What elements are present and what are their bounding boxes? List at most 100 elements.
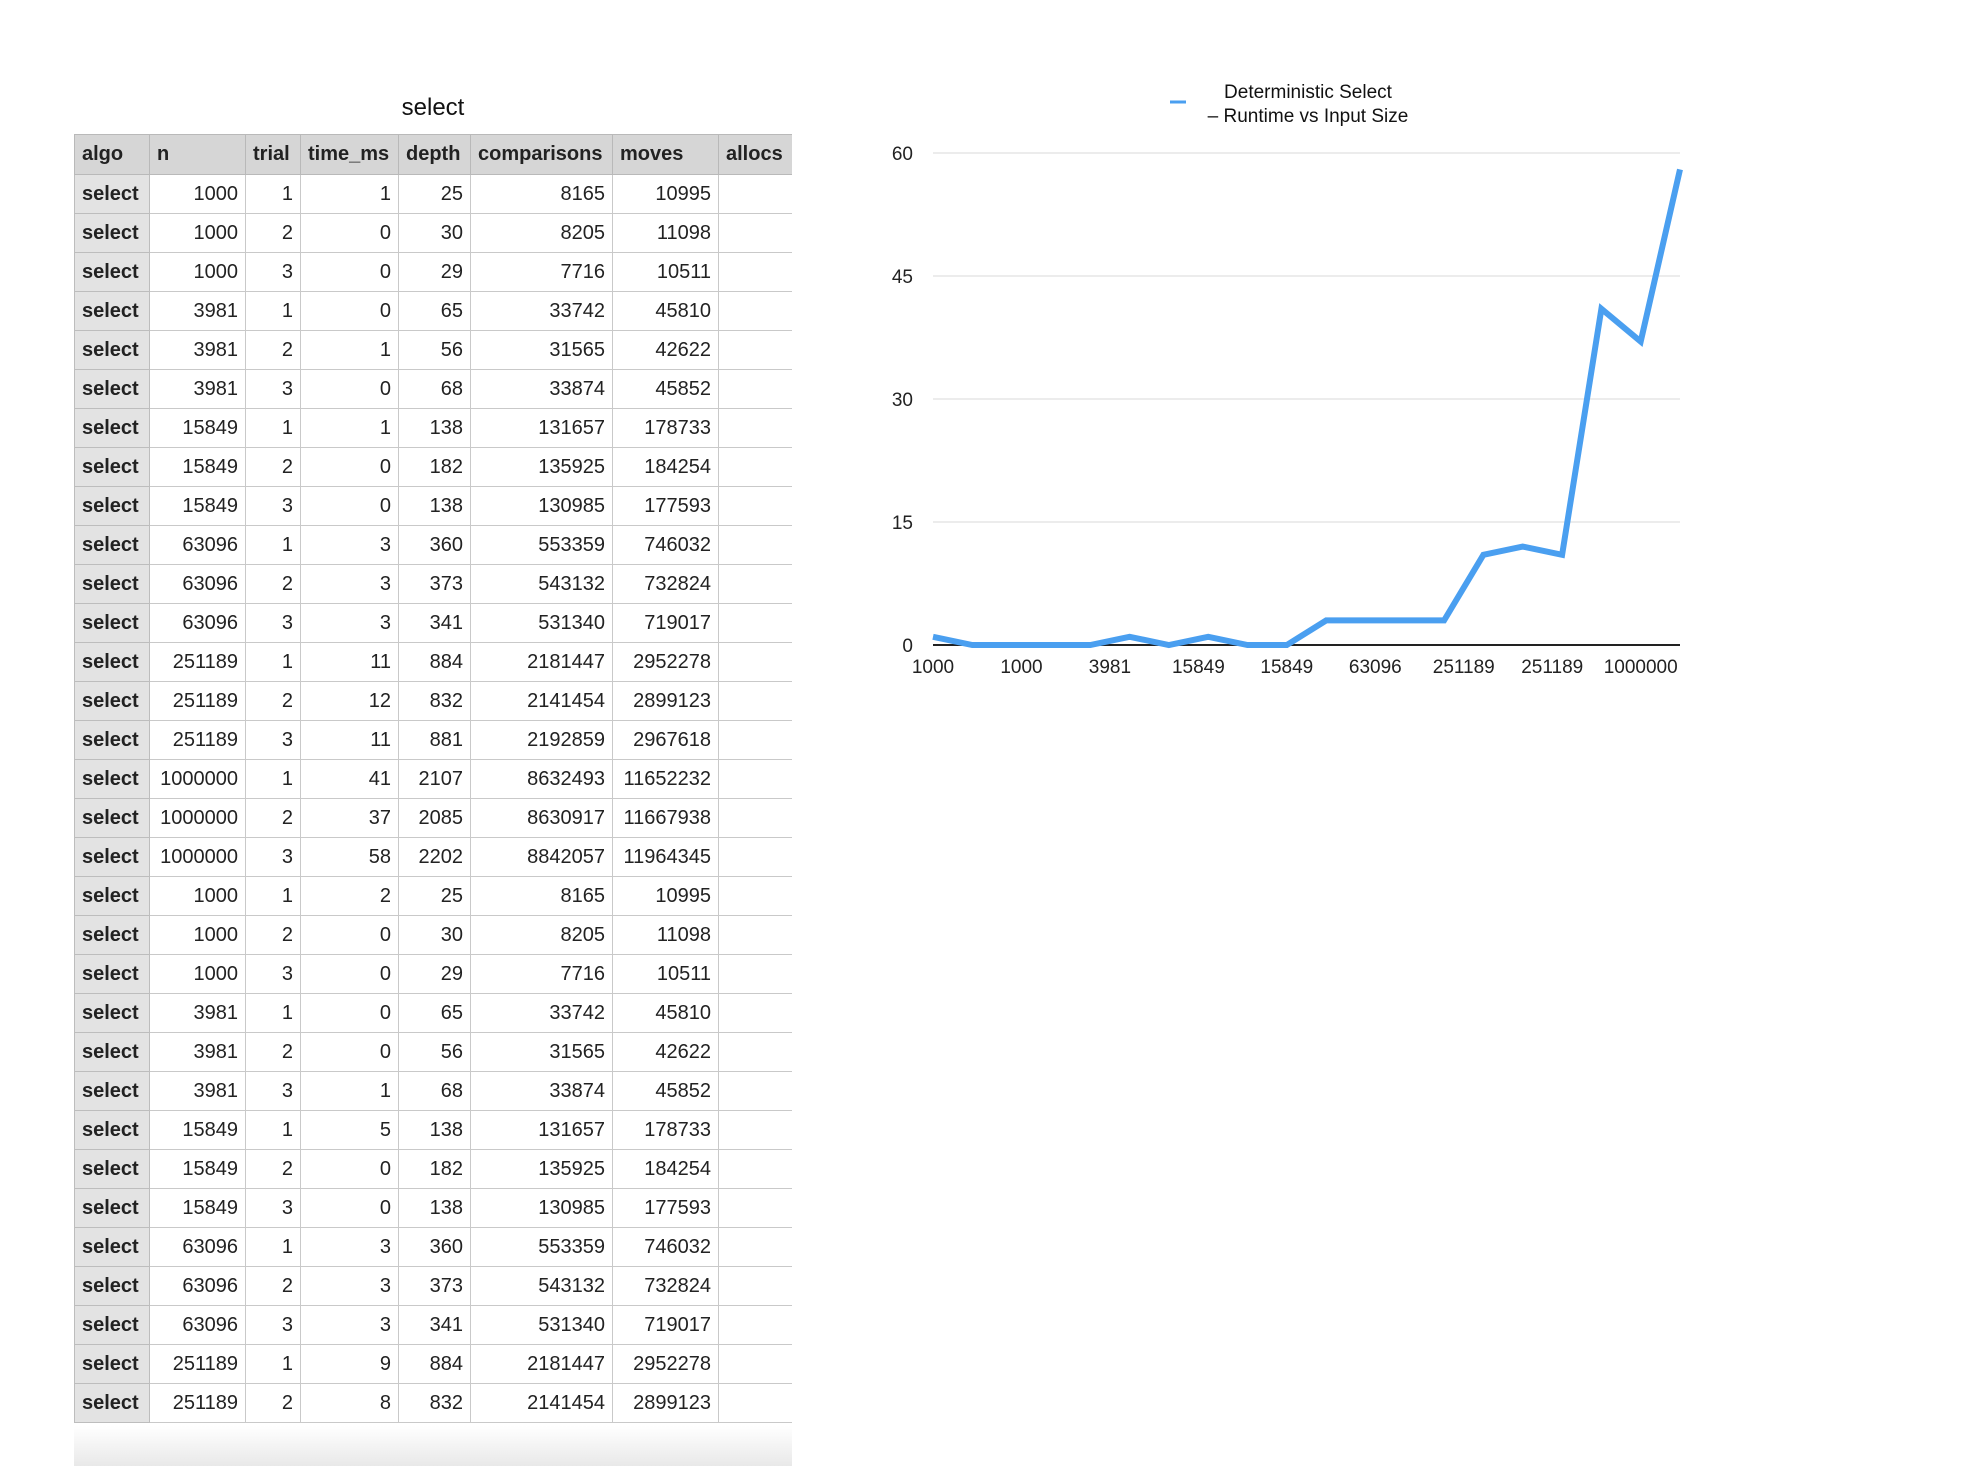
cell-depth[interactable]: 30	[398, 213, 471, 253]
cell-time-ms[interactable]: 0	[300, 915, 399, 955]
cell-allocs[interactable]	[718, 1383, 792, 1423]
cell-trial[interactable]: 2	[245, 1032, 301, 1072]
cell-moves[interactable]: 11098	[612, 213, 719, 253]
cell-allocs[interactable]	[718, 837, 792, 877]
cell-trial[interactable]: 3	[245, 603, 301, 643]
cell-trial[interactable]: 1	[245, 759, 301, 799]
cell-n[interactable]: 63096	[149, 1227, 246, 1267]
cell-depth[interactable]: 29	[398, 954, 471, 994]
cell-allocs[interactable]	[718, 1227, 792, 1267]
cell-allocs[interactable]	[718, 603, 792, 643]
cell-time-ms[interactable]: 3	[300, 564, 399, 604]
cell-algo[interactable]: select	[74, 564, 150, 604]
cell-algo[interactable]: select	[74, 603, 150, 643]
cell-allocs[interactable]	[718, 486, 792, 526]
cell-allocs[interactable]	[718, 1032, 792, 1072]
cell-algo[interactable]: select	[74, 1071, 150, 1111]
cell-depth[interactable]: 2085	[398, 798, 471, 838]
cell-allocs[interactable]	[718, 1266, 792, 1306]
cell-moves[interactable]: 746032	[612, 525, 719, 565]
cell-allocs[interactable]	[718, 564, 792, 604]
cell-trial[interactable]: 3	[245, 837, 301, 877]
cell-moves[interactable]: 2967618	[612, 720, 719, 760]
chart-legend[interactable]: Deterministic Select – Runtime vs Input S…	[1170, 82, 1408, 127]
cell-moves[interactable]: 2952278	[612, 1344, 719, 1384]
cell-comparisons[interactable]: 2181447	[470, 642, 613, 682]
cell-moves[interactable]: 45810	[612, 291, 719, 331]
cell-trial[interactable]: 2	[245, 213, 301, 253]
cell-n[interactable]: 3981	[149, 993, 246, 1033]
cell-moves[interactable]: 10995	[612, 876, 719, 916]
cell-moves[interactable]: 42622	[612, 330, 719, 370]
cell-n[interactable]: 3981	[149, 330, 246, 370]
cell-trial[interactable]: 2	[245, 915, 301, 955]
cell-algo[interactable]: select	[74, 1383, 150, 1423]
cell-moves[interactable]: 184254	[612, 1149, 719, 1189]
cell-comparisons[interactable]: 2141454	[470, 681, 613, 721]
cell-trial[interactable]: 1	[245, 876, 301, 916]
cell-depth[interactable]: 341	[398, 1305, 471, 1345]
column-header-allocs[interactable]: allocs	[718, 134, 792, 175]
cell-time-ms[interactable]: 3	[300, 603, 399, 643]
cell-depth[interactable]: 65	[398, 993, 471, 1033]
cell-n[interactable]: 1000	[149, 915, 246, 955]
cell-algo[interactable]: select	[74, 1305, 150, 1345]
cell-moves[interactable]: 719017	[612, 603, 719, 643]
cell-depth[interactable]: 56	[398, 330, 471, 370]
cell-time-ms[interactable]: 3	[300, 1305, 399, 1345]
cell-allocs[interactable]	[718, 174, 792, 214]
cell-moves[interactable]: 184254	[612, 447, 719, 487]
cell-comparisons[interactable]: 7716	[470, 252, 613, 292]
cell-n[interactable]: 1000	[149, 252, 246, 292]
cell-n[interactable]: 3981	[149, 1032, 246, 1072]
cell-trial[interactable]: 3	[245, 486, 301, 526]
cell-allocs[interactable]	[718, 876, 792, 916]
cell-trial[interactable]: 1	[245, 408, 301, 448]
cell-comparisons[interactable]: 8842057	[470, 837, 613, 877]
cell-depth[interactable]: 360	[398, 1227, 471, 1267]
cell-algo[interactable]: select	[74, 1188, 150, 1228]
cell-trial[interactable]: 1	[245, 174, 301, 214]
cell-time-ms[interactable]: 0	[300, 447, 399, 487]
cell-time-ms[interactable]: 3	[300, 1266, 399, 1306]
cell-algo[interactable]: select	[74, 798, 150, 838]
column-header-trial[interactable]: trial	[245, 134, 301, 175]
cell-depth[interactable]: 373	[398, 1266, 471, 1306]
cell-comparisons[interactable]: 33874	[470, 369, 613, 409]
cell-moves[interactable]: 10511	[612, 252, 719, 292]
cell-algo[interactable]: select	[74, 1149, 150, 1189]
cell-comparisons[interactable]: 8165	[470, 174, 613, 214]
cell-allocs[interactable]	[718, 330, 792, 370]
cell-depth[interactable]: 832	[398, 681, 471, 721]
cell-algo[interactable]: select	[74, 915, 150, 955]
cell-algo[interactable]: select	[74, 252, 150, 292]
cell-time-ms[interactable]: 1	[300, 408, 399, 448]
cell-algo[interactable]: select	[74, 1344, 150, 1384]
cell-moves[interactable]: 2899123	[612, 1383, 719, 1423]
cell-comparisons[interactable]: 8205	[470, 915, 613, 955]
cell-moves[interactable]: 746032	[612, 1227, 719, 1267]
cell-time-ms[interactable]: 0	[300, 291, 399, 331]
cell-algo[interactable]: select	[74, 213, 150, 253]
cell-algo[interactable]: select	[74, 1227, 150, 1267]
cell-comparisons[interactable]: 130985	[470, 486, 613, 526]
cell-n[interactable]: 251189	[149, 1383, 246, 1423]
cell-n[interactable]: 1000000	[149, 759, 246, 799]
cell-n[interactable]: 15849	[149, 1110, 246, 1150]
cell-depth[interactable]: 2202	[398, 837, 471, 877]
cell-time-ms[interactable]: 0	[300, 213, 399, 253]
cell-depth[interactable]: 138	[398, 1188, 471, 1228]
cell-trial[interactable]: 3	[245, 1305, 301, 1345]
cell-n[interactable]: 251189	[149, 720, 246, 760]
cell-trial[interactable]: 1	[245, 291, 301, 331]
cell-algo[interactable]: select	[74, 642, 150, 682]
cell-comparisons[interactable]: 31565	[470, 330, 613, 370]
cell-depth[interactable]: 182	[398, 1149, 471, 1189]
cell-moves[interactable]: 10995	[612, 174, 719, 214]
cell-allocs[interactable]	[718, 642, 792, 682]
cell-trial[interactable]: 3	[245, 720, 301, 760]
cell-n[interactable]: 15849	[149, 1149, 246, 1189]
cell-algo[interactable]: select	[74, 876, 150, 916]
cell-comparisons[interactable]: 553359	[470, 525, 613, 565]
cell-comparisons[interactable]: 131657	[470, 1110, 613, 1150]
